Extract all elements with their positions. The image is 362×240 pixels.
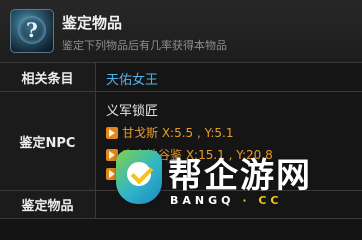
npc-label: 鉴定NPC	[0, 92, 96, 190]
item-subtitle: 鉴定下列物品后有几率获得本物品	[62, 39, 227, 52]
question-mark-orb-icon: ?	[10, 9, 54, 53]
related-entry-link[interactable]: 天佑女王	[106, 69, 158, 88]
npc-location-link[interactable]: 甘戈斯 X:5.5 , Y:5.1	[106, 124, 233, 141]
shield-check-logo-icon	[116, 150, 162, 204]
npc-location-text: 甘戈斯 X:5.5 , Y:5.1	[122, 126, 234, 140]
watermark-domain: BANGQ · CC	[170, 194, 283, 207]
map-pin-icon	[106, 126, 118, 139]
item-header: ? 鉴定物品 鉴定下列物品后有几率获得本物品	[0, 0, 362, 63]
watermark-text: 帮企游网	[168, 156, 312, 196]
identify-item-label: 鉴定物品	[0, 191, 96, 218]
npc-name: 义军锁匠	[106, 104, 159, 119]
site-watermark: 帮企游网 BANGQ · CC	[112, 148, 362, 218]
item-title: 鉴定物品	[62, 14, 123, 32]
related-entry-label: 相关条目	[0, 63, 96, 91]
related-entry-row: 相关条目 天佑女王	[0, 63, 362, 92]
